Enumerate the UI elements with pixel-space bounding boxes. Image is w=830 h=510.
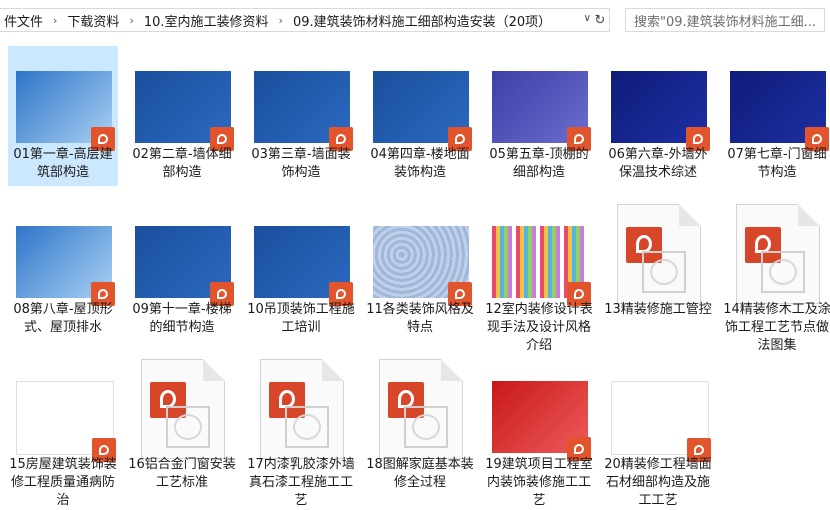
- file-thumbnail: [254, 71, 353, 151]
- search-input[interactable]: 搜索"09.建筑装饰材料施工细...: [625, 8, 825, 32]
- file-thumbnail: [492, 226, 591, 306]
- toolbar: 件文件 › 下载资料 › 10.室内施工装修资料 › 09.建筑装饰材料施工细部…: [0, 0, 830, 40]
- file-name: 12室内装修设计表现手法及设计风格介绍: [485, 302, 593, 353]
- powerpoint-file-icon: [379, 359, 463, 459]
- file-name: 14精装修木工及涂饰工程工艺节点做法图集: [723, 302, 830, 353]
- file-item[interactable]: 16铝合金门窗安装工艺标准: [127, 356, 237, 496]
- file-name: 04第四章-楼地面装饰构造: [370, 147, 470, 180]
- file-name: 01第一章-高层建筑部构造: [13, 147, 113, 180]
- file-item[interactable]: 09第十一章-楼梯的细节构造: [127, 201, 237, 341]
- chevron-right-icon[interactable]: ›: [123, 14, 139, 27]
- address-bar[interactable]: 件文件 › 下载资料 › 10.室内施工装修资料 › 09.建筑装饰材料施工细部…: [0, 8, 610, 32]
- file-item[interactable]: 08第八章-屋顶形式、屋顶排水: [8, 201, 118, 341]
- file-name: 08第八章-屋顶形式、屋顶排水: [13, 302, 113, 335]
- file-name: 06第六章-外墙外保温技术综述: [608, 147, 708, 180]
- file-item[interactable]: 20精装修工程墙面石材细部构造及施工工艺: [603, 356, 713, 508]
- file-thumbnail: [16, 226, 115, 306]
- file-item[interactable]: 02第二章-墙体细部构造: [127, 46, 237, 186]
- breadcrumb-item[interactable]: 10.室内施工装修资料: [140, 11, 273, 30]
- file-item[interactable]: 13精装修施工管控: [603, 201, 713, 341]
- file-name: 15房屋建筑装饰装修工程质量通病防治: [9, 457, 117, 508]
- breadcrumb-item[interactable]: 下载资料: [63, 11, 123, 30]
- powerpoint-file-icon: [617, 204, 701, 304]
- file-item[interactable]: 11各类装饰风格及特点: [365, 201, 475, 341]
- file-item[interactable]: 04第四章-楼地面装饰构造: [365, 46, 475, 186]
- file-thumbnail: [135, 226, 234, 306]
- powerpoint-file-icon: [141, 359, 225, 459]
- breadcrumb-item[interactable]: 09.建筑装饰材料施工细部构造安装（20项）: [289, 11, 555, 30]
- chevron-right-icon[interactable]: ›: [273, 14, 289, 27]
- file-name: 07第七章-门窗细节构造: [727, 147, 827, 180]
- file-name: 11各类装饰风格及特点: [366, 302, 474, 335]
- file-item[interactable]: 10吊顶装饰工程施工培训: [246, 201, 356, 341]
- file-thumbnail: [16, 381, 116, 462]
- file-name: 10吊顶装饰工程施工培训: [247, 302, 355, 335]
- file-thumbnail: [373, 71, 472, 151]
- file-name: 09第十一章-楼梯的细节构造: [132, 302, 232, 335]
- file-name: 18图解家庭基本装修全过程: [366, 457, 474, 490]
- file-item[interactable]: 18图解家庭基本装修全过程: [365, 356, 475, 496]
- file-thumbnail: [16, 71, 115, 151]
- file-item[interactable]: 03第三章-墙面装饰构造: [246, 46, 356, 186]
- file-name: 03第三章-墙面装饰构造: [251, 147, 351, 180]
- refresh-icon[interactable]: ↻: [591, 9, 609, 31]
- file-item[interactable]: 01第一章-高层建筑部构造: [8, 46, 118, 186]
- file-item[interactable]: 06第六章-外墙外保温技术综述: [603, 46, 713, 186]
- file-name: 19建筑项目工程室内装饰装修施工工艺: [485, 457, 593, 508]
- breadcrumb-item[interactable]: 件文件: [0, 11, 47, 30]
- file-item[interactable]: 17内漆乳胶漆外墙真石漆工程施工工艺: [246, 356, 356, 508]
- file-name: 02第二章-墙体细部构造: [132, 147, 232, 180]
- file-item[interactable]: 05第五章-顶棚的细部构造: [484, 46, 594, 186]
- file-name: 17内漆乳胶漆外墙真石漆工程施工工艺: [247, 457, 355, 508]
- file-thumbnail: [254, 226, 353, 306]
- file-item[interactable]: 12室内装修设计表现手法及设计风格介绍: [484, 201, 594, 353]
- file-name: 20精装修工程墙面石材细部构造及施工工艺: [604, 457, 712, 508]
- file-thumbnail: [611, 381, 711, 462]
- file-item[interactable]: 07第七章-门窗细节构造: [722, 46, 830, 186]
- file-thumbnail: [373, 226, 472, 306]
- powerpoint-file-icon: [260, 359, 344, 459]
- chevron-down-icon[interactable]: ∨: [584, 13, 591, 24]
- file-thumbnail: [135, 71, 234, 151]
- chevron-right-icon[interactable]: ›: [47, 14, 63, 27]
- file-thumbnail: [611, 71, 710, 151]
- file-item[interactable]: 19建筑项目工程室内装饰装修施工工艺: [484, 356, 594, 508]
- file-thumbnail: [492, 381, 591, 461]
- file-name: 05第五章-顶棚的细部构造: [489, 147, 589, 180]
- powerpoint-file-icon: [736, 204, 820, 304]
- file-item[interactable]: 14精装修木工及涂饰工程工艺节点做法图集: [722, 201, 830, 353]
- file-thumbnail: [730, 71, 829, 151]
- file-name: 16铝合金门窗安装工艺标准: [128, 457, 236, 490]
- file-thumbnail: [492, 71, 591, 151]
- file-name: 13精装修施工管控: [604, 302, 712, 317]
- file-item[interactable]: 15房屋建筑装饰装修工程质量通病防治: [8, 356, 118, 508]
